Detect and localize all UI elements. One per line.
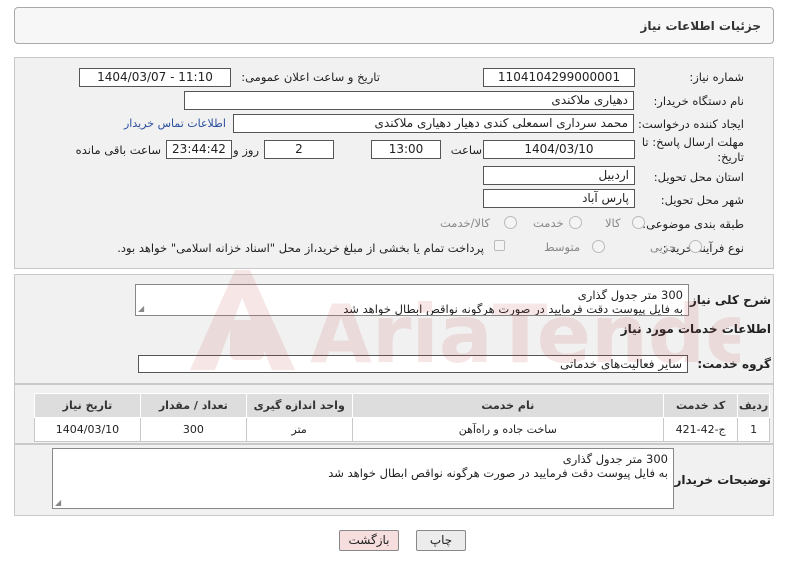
- resize-grip-icon[interactable]: ◢: [55, 499, 61, 565]
- deadline-date-field: 1404/03/10: [483, 140, 635, 159]
- category-option-service: خدمت: [533, 216, 564, 230]
- city-label: شهر محل تحویل:: [660, 193, 744, 207]
- creator-field: محمد سرداری اسمعلی کندی دهیار دهیاری ملا…: [233, 114, 634, 133]
- details-panel: [14, 57, 774, 269]
- services-table: ردیف کد خدمت نام خدمت واحد اندازه گیری ت…: [34, 393, 770, 442]
- cell-quantity: 300: [139, 417, 247, 442]
- buyer-org-label: نام دستگاه خریدار:: [653, 94, 744, 108]
- deadline-time-field: 13:00: [371, 140, 441, 159]
- summary-label: شرح کلی نیاز:: [685, 293, 771, 307]
- days-label: روز و: [233, 143, 259, 157]
- city-field: پارس آباد: [483, 189, 635, 208]
- summary-textarea[interactable]: 300 متر جدول گذاری به فایل پیوست دقت فرم…: [135, 284, 689, 316]
- category-radio-both[interactable]: [504, 216, 517, 229]
- deadline-label-2: تاریخ:: [717, 150, 744, 164]
- page-title: جزئیات اطلاعات نیاز: [640, 19, 761, 33]
- table-row: 1 ج-42-421 ساخت جاده و راه‌آهن متر 300 1…: [34, 417, 770, 442]
- buyer-notes-textarea[interactable]: 300 متر جدول گذاری به فایل پیوست دقت فرم…: [52, 448, 674, 509]
- page-header: جزئیات اطلاعات نیاز: [14, 7, 774, 44]
- category-option-both: کالا/خدمت: [440, 216, 491, 230]
- col-unit: واحد اندازه گیری: [245, 393, 353, 418]
- purchase-radio-medium[interactable]: [592, 240, 605, 253]
- col-row-number: ردیف: [737, 393, 770, 418]
- time-label: ساعت: [450, 143, 482, 157]
- province-field: اردبیل: [483, 166, 635, 185]
- purchase-option-small: جزیی: [650, 240, 677, 254]
- category-option-goods: کالا: [605, 216, 621, 230]
- province-label: استان محل تحویل:: [653, 170, 744, 184]
- services-section-title: اطلاعات خدمات مورد نیاز: [620, 322, 771, 336]
- cell-service-name: ساخت جاده و راه‌آهن: [351, 417, 664, 442]
- payment-note: پرداخت تمام یا بخشی از مبلغ خرید،از محل …: [117, 241, 484, 255]
- purchase-option-medium: متوسط: [544, 240, 581, 254]
- announce-field: 1404/03/07 - 11:10: [79, 68, 231, 87]
- need-number-label: شماره نیاز:: [689, 70, 744, 84]
- contact-link[interactable]: اطلاعات تماس خریدار: [124, 117, 226, 130]
- col-service-code: کد خدمت: [662, 393, 739, 418]
- col-service-name: نام خدمت: [351, 393, 664, 418]
- deadline-label-1: مهلت ارسال پاسخ: تا: [641, 135, 744, 149]
- category-radio-service[interactable]: [569, 216, 582, 229]
- remaining-label: ساعت باقی مانده: [75, 143, 161, 157]
- print-button[interactable]: چاپ: [416, 530, 466, 551]
- table-header-row: ردیف کد خدمت نام خدمت واحد اندازه گیری ت…: [34, 393, 770, 418]
- buyer-notes-label: توضیحات خریدار:: [669, 473, 771, 487]
- cell-row-number: 1: [737, 417, 770, 442]
- service-group-field: سایر فعالیت‌های خدماتی: [138, 355, 688, 373]
- category-radio-goods[interactable]: [632, 216, 645, 229]
- col-need-date: تاریخ نیاز: [34, 393, 141, 418]
- buyer-org-field: دهیاری ملاکندی: [184, 91, 634, 110]
- purchase-radio-small[interactable]: [689, 240, 702, 253]
- back-button[interactable]: بازگشت: [339, 530, 399, 551]
- need-number-field: 1104104299000001: [483, 68, 635, 87]
- cell-need-date: 1404/03/10: [34, 417, 141, 442]
- service-group-label: گروه خدمت:: [697, 357, 771, 371]
- col-quantity: تعداد / مقدار: [139, 393, 247, 418]
- announce-label: تاریخ و ساعت اعلان عمومی:: [241, 70, 380, 84]
- payment-checkbox[interactable]: [494, 240, 505, 251]
- cell-service-code: ج-42-421: [662, 417, 739, 442]
- category-label: طبقه بندی موضوعی:: [642, 217, 744, 231]
- remaining-time-field: 23:44:42: [166, 140, 232, 159]
- creator-label: ایجاد کننده درخواست:: [638, 117, 744, 131]
- days-field: 2: [264, 140, 334, 159]
- cell-unit: متر: [245, 417, 353, 442]
